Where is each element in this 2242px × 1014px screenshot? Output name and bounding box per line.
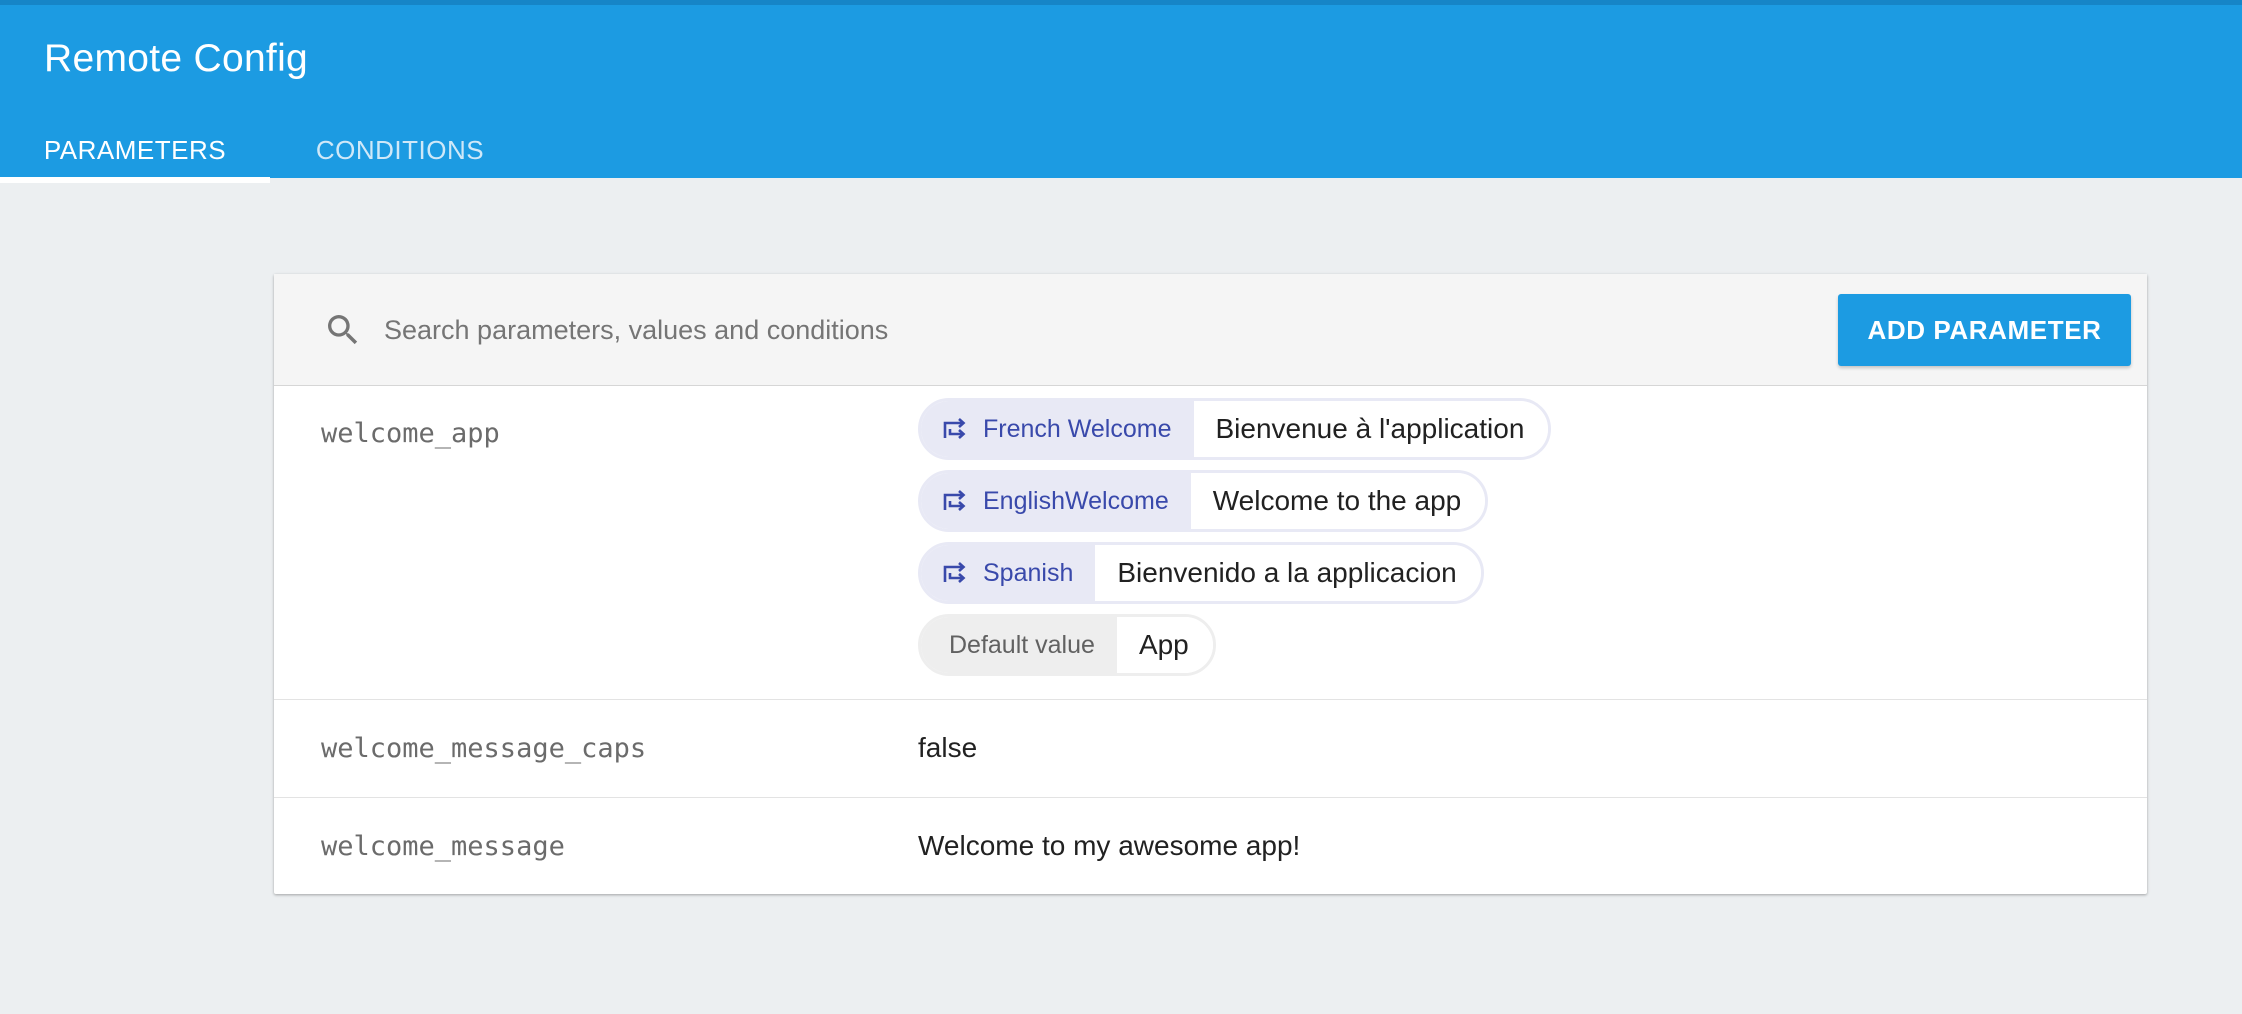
condition-value: Bienvenue à l'application [1193, 401, 1549, 457]
condition-icon [943, 418, 966, 439]
condition-label: EnglishWelcome [921, 473, 1191, 529]
parameter-value: false [918, 732, 978, 763]
page-title: Remote Config [44, 37, 309, 80]
parameter-row-welcome-message-caps[interactable]: welcome_message_caps false [274, 700, 2147, 798]
condition-value: Welcome to the app [1190, 473, 1486, 529]
condition-value: Bienvenido a la applicacion [1095, 545, 1481, 601]
parameter-row-welcome-app[interactable]: welcome_app French Welcome Bienvenue à l… [274, 386, 2147, 700]
parameter-key: welcome_message_caps [321, 733, 647, 764]
app-header: Remote Config PARAMETERS CONDITIONS [0, 0, 2242, 183]
condition-name: EnglishWelcome [983, 486, 1169, 515]
add-parameter-button[interactable]: ADD PARAMETER [1838, 294, 2131, 366]
condition-label: French Welcome [921, 401, 1194, 457]
parameters-card: ADD PARAMETER welcome_app French Welcome… [274, 274, 2147, 894]
conditional-value-chip[interactable]: Spanish Bienvenido a la applicacion [918, 542, 1484, 604]
condition-label: Spanish [921, 545, 1096, 601]
parameter-key: welcome_app [321, 418, 500, 449]
conditional-value-chip[interactable]: EnglishWelcome Welcome to the app [918, 470, 1489, 532]
parameter-value: Welcome to my awesome app! [918, 830, 1301, 861]
search-input[interactable] [384, 304, 1444, 356]
condition-icon [943, 490, 966, 511]
tab-conditions[interactable]: CONDITIONS [270, 117, 530, 183]
tab-parameters[interactable]: PARAMETERS [0, 117, 270, 183]
search-icon [328, 315, 358, 345]
default-value-label: Default value [921, 617, 1117, 673]
default-value-chip[interactable]: Default value App [918, 614, 1216, 676]
default-value: App [1116, 617, 1213, 673]
tab-bar: PARAMETERS CONDITIONS [0, 117, 2242, 183]
parameters-toolbar: ADD PARAMETER [274, 274, 2147, 386]
condition-name: Spanish [983, 558, 1074, 587]
condition-name: French Welcome [983, 414, 1172, 443]
parameter-row-welcome-message[interactable]: welcome_message Welcome to my awesome ap… [274, 798, 2147, 894]
conditional-value-chip[interactable]: French Welcome Bienvenue à l'application [918, 398, 1552, 460]
parameter-key: welcome_message [321, 831, 565, 862]
condition-icon [943, 562, 966, 583]
